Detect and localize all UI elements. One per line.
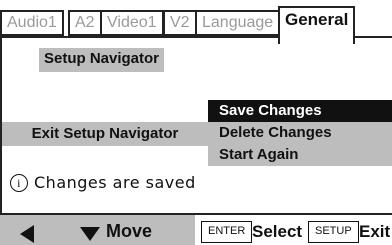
setup-key[interactable]: SETUP bbox=[308, 221, 359, 243]
info-icon: i bbox=[10, 174, 28, 192]
delete-changes-option[interactable]: Delete Changes bbox=[208, 122, 392, 144]
move-label: Move bbox=[106, 221, 153, 241]
key-hints: ENTER Select SETUP Exit bbox=[195, 215, 392, 245]
status-message: i Changes are saved bbox=[10, 173, 196, 192]
tab-v2[interactable]: V2 bbox=[163, 10, 197, 36]
save-changes-option[interactable]: Save Changes bbox=[208, 100, 392, 122]
general-panel: Setup Navigator Exit Setup Navigator Sav… bbox=[0, 38, 392, 213]
status-text: Changes are saved bbox=[34, 173, 196, 192]
select-label: Select bbox=[252, 222, 303, 241]
options-menu: Save Changes Delete Changes Start Again bbox=[208, 100, 392, 166]
setup-screen: Audio1 A2 Video1 V2 Language General Set… bbox=[0, 0, 392, 245]
tab-general[interactable]: General bbox=[278, 6, 356, 44]
footer-bar: Move ENTER Select SETUP Exit bbox=[0, 213, 392, 245]
start-again-option[interactable]: Start Again bbox=[208, 144, 392, 166]
tab-bar: Audio1 A2 Video1 V2 Language General bbox=[0, 0, 392, 44]
exit-label: Exit bbox=[359, 222, 391, 241]
navigation-hints: Move bbox=[0, 215, 195, 245]
tab-a2[interactable]: A2 bbox=[68, 10, 102, 36]
enter-key[interactable]: ENTER bbox=[201, 221, 253, 243]
down-arrow-icon bbox=[80, 227, 100, 241]
exit-setup-navigator-item[interactable]: Exit Setup Navigator bbox=[2, 122, 208, 146]
section-title: Setup Navigator bbox=[39, 48, 164, 72]
tab-language[interactable]: Language bbox=[195, 10, 281, 36]
left-arrow-icon[interactable] bbox=[20, 225, 34, 243]
tab-video1[interactable]: Video1 bbox=[100, 10, 164, 36]
tab-audio1[interactable]: Audio1 bbox=[0, 10, 64, 36]
